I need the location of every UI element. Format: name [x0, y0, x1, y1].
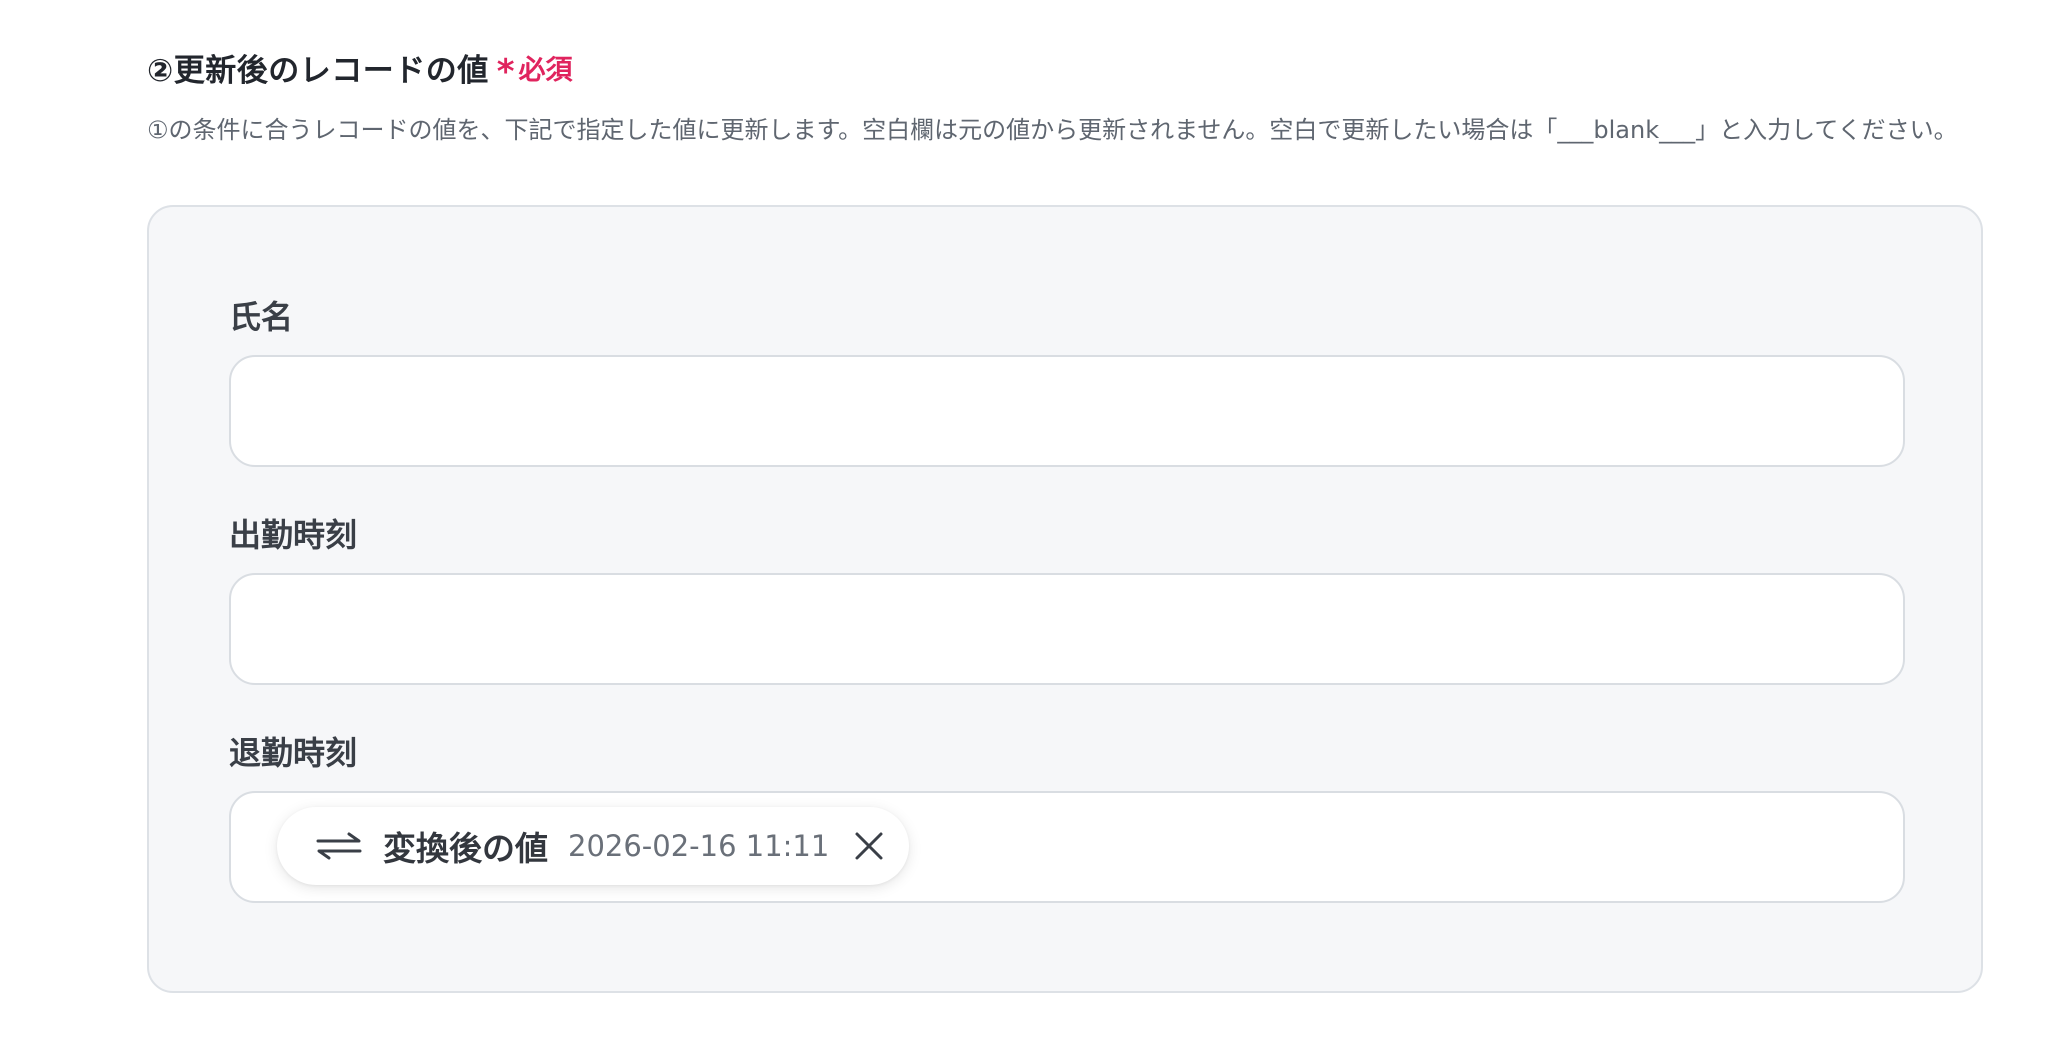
field-clock-in: 出勤時刻 — [229, 515, 1905, 685]
chip-label: 変換後の値 — [383, 829, 548, 868]
clock-in-input[interactable] — [229, 573, 1905, 685]
required-asterisk: * — [496, 52, 515, 92]
field-label-name: 氏名 — [229, 298, 294, 336]
update-values-section: ②更新後のレコードの値 * 必須 ①の条件に合うレコードの値を、下記で指定した値… — [147, 44, 1987, 148]
field-name: 氏名 — [229, 297, 1905, 467]
field-clock-out: 退勤時刻 変換後の値 2026-02-16 11:11 — [229, 733, 1905, 903]
required-label: 必須 — [518, 54, 573, 86]
name-input[interactable] — [229, 355, 1905, 467]
close-icon[interactable] — [853, 830, 885, 862]
section-description: ①の条件に合うレコードの値を、下記で指定した値に更新します。空白欄は元の値から更… — [147, 116, 1958, 144]
fields-panel: 氏名 出勤時刻 退勤時刻 変換後の値 2026-02-16 11:11 — [147, 205, 1983, 993]
field-label-clock-out: 退勤時刻 — [229, 734, 358, 772]
clock-out-input[interactable]: 変換後の値 2026-02-16 11:11 — [229, 791, 1905, 903]
section-title: ②更新後のレコードの値 — [147, 52, 489, 89]
section-header: ②更新後のレコードの値 * 必須 — [147, 44, 1987, 90]
converted-value-chip[interactable]: 変換後の値 2026-02-16 11:11 — [277, 807, 910, 885]
field-label-clock-in: 出勤時刻 — [229, 516, 358, 554]
required-badge: * 必須 — [496, 45, 573, 92]
chip-value: 2026-02-16 11:11 — [568, 829, 830, 863]
swap-arrows-icon — [315, 830, 363, 862]
